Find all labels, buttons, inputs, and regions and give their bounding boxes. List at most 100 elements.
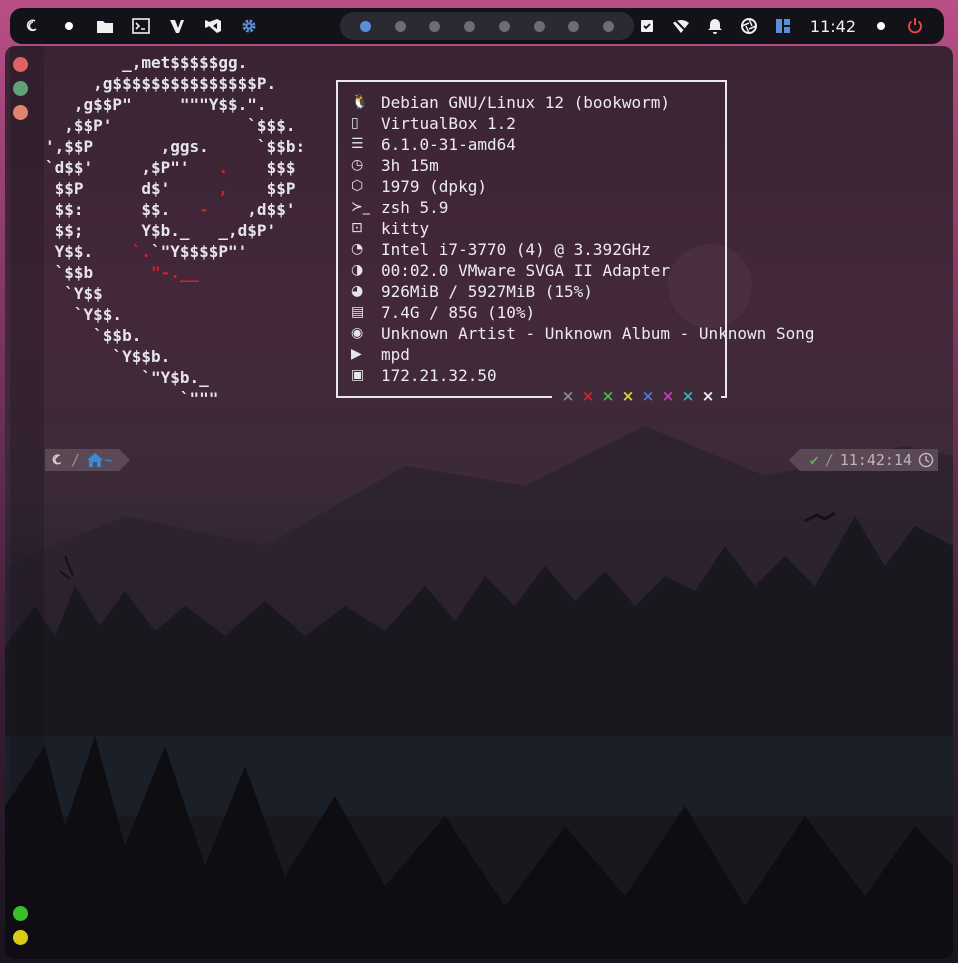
- debian-swirl-icon: [51, 453, 65, 467]
- color-swatch-mark: ×: [601, 387, 615, 405]
- debian-swirl-icon[interactable]: [20, 13, 46, 39]
- terminal-window[interactable]: _,met$$$$$gg. ,g$$$$$$$$$$$$$$$P. ,g$$P"…: [5, 46, 953, 959]
- network-icon: ▣: [351, 367, 365, 383]
- prompt-right-segment: ✔ / 11:42:14: [788, 449, 938, 471]
- info-row: ◑ 00:02.0 VMware SVGA II Adapter: [351, 260, 814, 281]
- folder-icon[interactable]: [92, 13, 118, 39]
- info-value: 3h 15m: [381, 156, 439, 175]
- info-value: 7.4G / 85G (10%): [381, 303, 536, 322]
- vscode-icon[interactable]: [200, 13, 226, 39]
- clock-icon: ◷: [351, 157, 364, 173]
- linux-icon: 🐧: [351, 94, 369, 110]
- info-value: VirtualBox 1.2: [381, 114, 516, 133]
- workspace-8[interactable]: [603, 20, 615, 32]
- color-swatch-mark: ×: [701, 387, 715, 405]
- workspace-6[interactable]: [533, 20, 545, 32]
- spotify-icon: ◉: [351, 325, 364, 341]
- dot-icon: [868, 13, 894, 39]
- info-value: Unknown Artist - Unknown Album - Unknown…: [381, 324, 815, 343]
- shell-icon: ≻_: [351, 199, 370, 215]
- workspace-4[interactable]: [464, 20, 476, 32]
- info-value: mpd: [381, 345, 410, 364]
- info-row: ◕ 926MiB / 5927MiB (15%): [351, 281, 814, 302]
- home-icon: [86, 452, 104, 468]
- camera-shutter-icon[interactable]: [736, 13, 762, 39]
- info-value: Intel i7-3770 (4) @ 3.392GHz: [381, 240, 651, 259]
- ascii-red-accent: "-.__: [150, 263, 200, 282]
- top-bar-left: [20, 13, 272, 39]
- dot-icon[interactable]: [56, 13, 82, 39]
- ascii-red-accent: .: [218, 158, 229, 177]
- package-icon: ⬡: [351, 178, 364, 194]
- prompt-left-segment: / ~: [45, 449, 131, 471]
- power-icon[interactable]: [902, 13, 928, 39]
- info-value: 172.21.32.50: [381, 366, 497, 385]
- cpu-icon: ◔: [351, 241, 364, 257]
- info-value: kitty: [381, 219, 430, 238]
- system-info-list: 🐧 Debian GNU/Linux 12 (bookworm) ▯ VirtualB…: [351, 92, 814, 386]
- prompt-time: 11:42:14: [839, 451, 912, 469]
- top-bar-right: 11:42: [634, 8, 936, 44]
- info-value: 926MiB / 5927MiB (15%): [381, 282, 593, 301]
- color-swatch-mark: ×: [581, 387, 595, 405]
- color-swatch-mark: ×: [621, 387, 635, 405]
- workspace-2[interactable]: [394, 20, 406, 32]
- workspace-1[interactable]: [359, 20, 371, 32]
- disk-icon: ▤: [351, 304, 365, 320]
- info-row: ▯ VirtualBox 1.2: [351, 113, 814, 134]
- color-swatch-mark: ×: [641, 387, 655, 405]
- gpu-icon: ◑: [351, 262, 364, 278]
- info-row: ⊡ kitty: [351, 218, 814, 239]
- status-dot-yellow[interactable]: [13, 930, 28, 945]
- clock-icon: [918, 452, 934, 468]
- info-row: ⬡ 1979 (dpkg): [351, 176, 814, 197]
- info-row: ▶ mpd: [351, 344, 814, 365]
- info-row: ▤ 7.4G / 85G (10%): [351, 302, 814, 323]
- close-dot[interactable]: [13, 57, 28, 72]
- maximize-dot[interactable]: [13, 105, 28, 120]
- top-bar: 11:42: [10, 8, 944, 44]
- info-row: ☰ 6.1.0-31-amd64: [351, 134, 814, 155]
- checkbox-icon[interactable]: [634, 13, 660, 39]
- workspace-7[interactable]: [568, 20, 580, 32]
- debian-ascii-logo: _,met$$$$$gg. ,g$$$$$$$$$$$$$$$P. ,g$$P"…: [45, 53, 306, 408]
- info-row: ▣ 172.21.32.50: [351, 365, 814, 386]
- memory-icon: ◕: [351, 283, 364, 299]
- ascii-red-accent: -: [199, 200, 209, 219]
- terminal-icon: ⊡: [351, 220, 363, 236]
- host-icon: ▯: [351, 115, 359, 131]
- clock[interactable]: 11:42: [810, 17, 856, 36]
- info-row: ◔ Intel i7-3770 (4) @ 3.392GHz: [351, 239, 814, 260]
- play-icon: ▶: [351, 346, 362, 362]
- prompt-path: ~: [104, 451, 114, 469]
- color-swatch-mark: ×: [661, 387, 675, 405]
- color-swatch-mark: ×: [561, 387, 575, 405]
- info-value: 6.1.0-31-amd64: [381, 135, 516, 154]
- kernel-icon: ☰: [351, 136, 364, 152]
- info-row: ≻_ zsh 5.9: [351, 197, 814, 218]
- status-dot-green[interactable]: [13, 906, 28, 921]
- window-sidebar: [10, 46, 44, 959]
- ascii-red-accent: ,: [218, 179, 229, 198]
- info-value: 00:02.0 VMware SVGA II Adapter: [381, 261, 670, 280]
- minimize-dot[interactable]: [13, 81, 28, 96]
- info-value: zsh 5.9: [381, 198, 449, 217]
- info-row: 🐧 Debian GNU/Linux 12 (bookworm): [351, 92, 814, 113]
- workspace-switcher: [340, 12, 634, 40]
- info-value: 1979 (dpkg): [381, 177, 487, 196]
- info-row: ◷ 3h 15m: [351, 155, 814, 176]
- color-palette: × × × × × × × ×: [558, 387, 718, 405]
- vim-icon[interactable]: [164, 13, 190, 39]
- bell-icon[interactable]: [702, 13, 728, 39]
- gear-icon[interactable]: [236, 13, 262, 39]
- terminal-icon[interactable]: [128, 13, 154, 39]
- workspace-3[interactable]: [429, 20, 441, 32]
- info-value: Debian GNU/Linux 12 (bookworm): [381, 93, 670, 112]
- color-swatch-mark: ×: [681, 387, 695, 405]
- layout-icon[interactable]: [770, 13, 796, 39]
- wifi-off-icon[interactable]: [668, 13, 694, 39]
- prompt-separator: /: [824, 451, 834, 469]
- workspace-5[interactable]: [498, 20, 510, 32]
- status-check: ✔: [809, 451, 819, 469]
- ascii-red-accent: `.: [131, 242, 151, 261]
